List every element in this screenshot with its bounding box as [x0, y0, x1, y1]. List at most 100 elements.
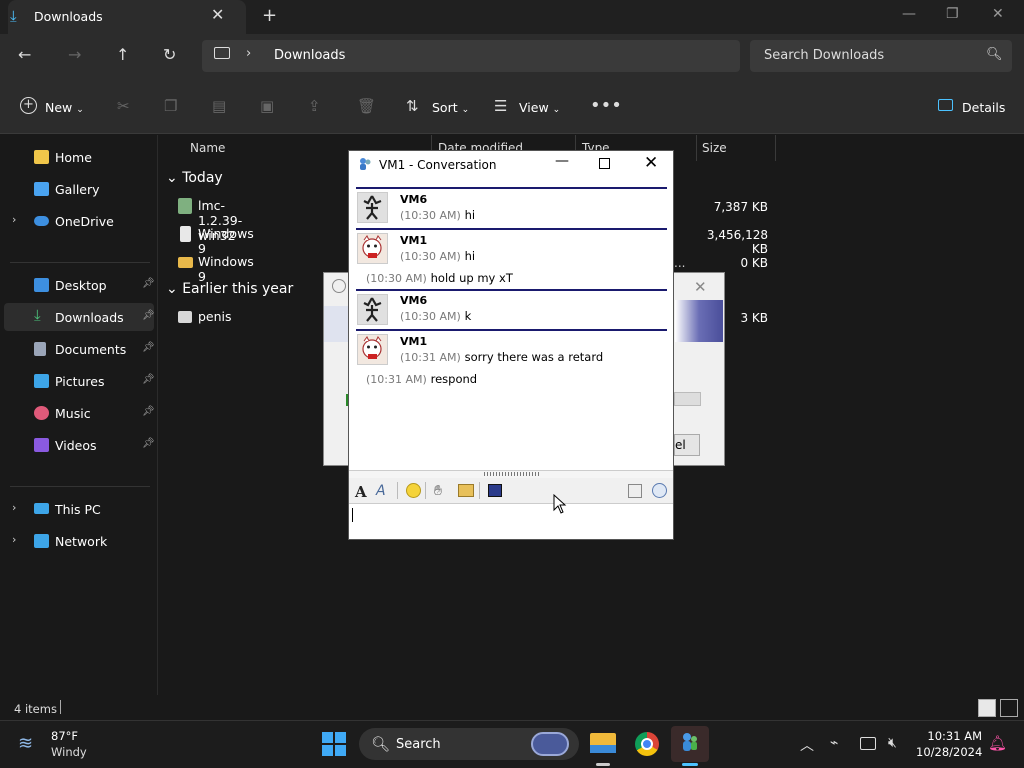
minimize-button[interactable]: — — [902, 6, 916, 22]
volume-muted-icon[interactable]: 🔇︎ — [888, 735, 897, 751]
delete-icon[interactable]: 🗑︎ — [357, 97, 376, 115]
sidebar-item-network[interactable]: › Network — [0, 527, 156, 555]
rename-icon[interactable]: ▣ — [260, 97, 274, 115]
chevron-down-icon[interactable]: ⌄ — [166, 281, 178, 297]
close-icon[interactable]: ✕ — [694, 278, 707, 296]
sort-button[interactable]: Sort ⌄ — [432, 100, 469, 115]
tab-close-icon[interactable]: ✕ — [211, 5, 224, 24]
back-arrow-icon[interactable]: ← — [18, 45, 31, 64]
sidebar-item-this-pc[interactable]: › This PC — [0, 495, 156, 523]
copy-icon[interactable]: ❐ — [164, 97, 177, 115]
desktop-icon — [34, 278, 49, 292]
message-line: (10:30 AM) hi — [400, 208, 476, 222]
download-icon: ⤓ — [10, 7, 17, 25]
new-button[interactable]: New ⌄ — [45, 100, 84, 115]
paste-icon[interactable]: ▤ — [212, 97, 226, 115]
details-pane-icon[interactable] — [938, 99, 953, 111]
item-count: 4 items — [14, 702, 57, 716]
status-bar — [0, 695, 1024, 720]
minimize-button[interactable]: — — [555, 153, 569, 169]
display-icon[interactable] — [860, 737, 876, 750]
column-header-name[interactable]: Name — [190, 141, 225, 155]
chevron-right-icon[interactable]: › — [12, 213, 16, 226]
running-indicator — [682, 763, 698, 766]
chevron-right-icon[interactable]: › — [12, 501, 16, 514]
nudge-icon[interactable]: ✋︎ — [434, 483, 442, 499]
sidebar-item-downloads[interactable]: ⤓ Downloads 📌︎ — [4, 303, 155, 331]
network-disconnected-icon[interactable]: ⌁ — [830, 735, 838, 751]
sidebar-item-music[interactable]: Music 📌︎ — [0, 399, 156, 427]
home-icon — [34, 150, 49, 164]
mouse-cursor-icon — [553, 493, 567, 517]
chevron-up-icon[interactable]: ︿ — [800, 735, 814, 755]
chevron-right-icon[interactable]: › — [12, 533, 16, 546]
new-tab-button[interactable]: + — [262, 5, 277, 26]
column-header-size[interactable]: Size — [702, 141, 727, 155]
download-icon: ⤓ — [34, 306, 41, 324]
color-font-icon[interactable]: A — [376, 483, 386, 499]
block-icon[interactable] — [628, 484, 642, 498]
more-options-icon[interactable]: ••• — [590, 95, 622, 116]
sidebar-item-onedrive[interactable]: › OneDrive — [0, 207, 156, 235]
message-divider — [356, 329, 667, 331]
file-explorer-taskbar-button[interactable] — [584, 726, 622, 762]
details-view-icon[interactable] — [978, 699, 996, 717]
splitter-grip[interactable] — [484, 472, 539, 476]
refresh-icon[interactable]: ↻ — [163, 45, 176, 64]
dialog-banner — [324, 306, 348, 342]
start-button[interactable] — [322, 732, 346, 756]
details-button[interactable]: Details — [962, 100, 1005, 115]
share-icon[interactable]: ⇪ — [308, 97, 321, 115]
search-icon[interactable]: 🔍︎ — [986, 47, 1003, 62]
command-bar — [0, 80, 1024, 134]
message-input[interactable] — [349, 504, 673, 539]
sidebar-item-pictures[interactable]: Pictures 📌︎ — [0, 367, 156, 395]
close-button[interactable]: ✕ — [992, 6, 1004, 22]
clock-time[interactable]: 10:31 AM — [916, 729, 982, 743]
close-button[interactable]: ✕ — [644, 153, 658, 173]
column-divider[interactable] — [775, 135, 776, 161]
group-header-today[interactable]: ⌄ Today — [166, 170, 223, 186]
forward-arrow-icon[interactable]: → — [68, 45, 81, 64]
sidebar-divider — [10, 486, 150, 487]
breadcrumb-downloads[interactable]: Downloads — [274, 48, 345, 63]
sidebar-item-home[interactable]: Home — [0, 143, 156, 171]
plus-icon[interactable]: + — [20, 97, 37, 114]
clock-date[interactable]: 10/28/2024 — [916, 745, 982, 759]
send-file-icon[interactable] — [458, 484, 474, 497]
wind-icon[interactable]: ≋ — [18, 733, 33, 754]
column-divider[interactable] — [696, 135, 697, 161]
invite-icon[interactable] — [652, 483, 667, 498]
pin-icon: 📌︎ — [142, 374, 155, 385]
toolbar-divider — [397, 482, 398, 499]
maximize-button[interactable]: ❐ — [946, 6, 959, 22]
sidebar-item-videos[interactable]: Videos 📌︎ — [0, 431, 156, 459]
sort-icon[interactable]: ⇅ — [406, 97, 419, 115]
weather-temperature[interactable]: 87°F — [51, 729, 78, 743]
tiles-view-icon[interactable] — [1000, 699, 1018, 717]
sidebar-divider — [10, 262, 150, 263]
conversation-title: VM1 - Conversation — [379, 158, 497, 172]
sidebar-item-desktop[interactable]: Desktop 📌︎ — [0, 271, 156, 299]
notification-bell-icon[interactable]: 🔔︎ — [988, 734, 1007, 752]
cancel-button[interactable]: el — [674, 434, 700, 456]
cut-icon[interactable]: ✂ — [117, 97, 130, 115]
messenger-icon — [683, 733, 697, 751]
chrome-taskbar-button[interactable] — [628, 726, 666, 762]
weather-condition[interactable]: Windy — [51, 745, 87, 759]
view-icon[interactable]: ☰ — [494, 97, 507, 115]
view-button[interactable]: View ⌄ — [519, 100, 560, 115]
up-arrow-icon[interactable]: ↑ — [116, 45, 129, 64]
sidebar-item-documents[interactable]: Documents 📌︎ — [0, 335, 156, 363]
messenger-taskbar-button[interactable] — [671, 726, 709, 762]
maximize-button[interactable] — [599, 158, 610, 169]
breadcrumb-chevron-icon[interactable]: › — [246, 46, 251, 61]
emoticon-icon[interactable] — [406, 483, 421, 498]
message-divider — [356, 228, 667, 230]
save-icon[interactable] — [488, 484, 502, 497]
chevron-down-icon[interactable]: ⌄ — [166, 170, 178, 186]
search-icon: 🔍︎ — [371, 735, 391, 753]
sidebar-item-gallery[interactable]: Gallery — [0, 175, 156, 203]
font-icon[interactable]: A — [355, 483, 367, 501]
search-highlight-icon[interactable] — [531, 732, 569, 756]
